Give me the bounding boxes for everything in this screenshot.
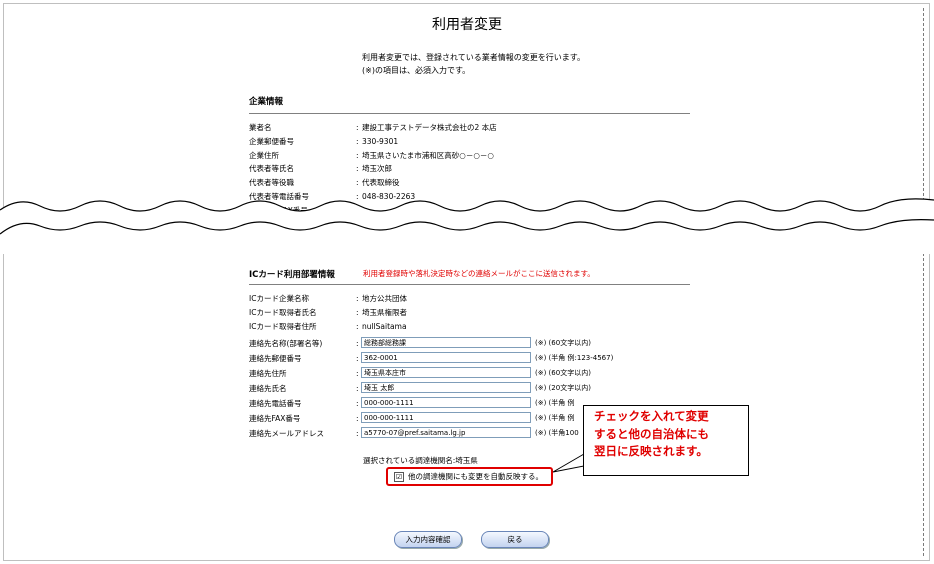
auto-reflect-highlight: ☑ 他の調達機関にも変更を自動反映する。 — [386, 467, 553, 486]
contact-email-input[interactable]: a5770-07@pref.saitama.lg.jp — [361, 427, 531, 438]
colon: : — [356, 399, 359, 408]
colon: : — [356, 178, 359, 188]
representative-name-label: 代表者等氏名 — [249, 164, 294, 174]
representative-title-label: 代表者等役職 — [249, 178, 294, 188]
iccard-heading-note: 利用者登録時や落札決定時などの連絡メールがここに送信されます。 — [363, 269, 595, 278]
form-row: 連絡先名称(部署名等) : 総務部総務課 (※) (60文字以内) — [249, 336, 769, 351]
iccard-holder-name-label: ICカード取得者氏名 — [249, 307, 317, 317]
contact-person-label: 連絡先氏名 — [249, 384, 287, 393]
contact-phone-input[interactable]: 000-000-1111 — [361, 397, 531, 408]
contact-fax-label: 連絡先FAX番号 — [249, 414, 301, 423]
contact-dept-note: (※) (60文字以内) — [535, 339, 591, 347]
colon: : — [356, 294, 359, 303]
contact-person-input[interactable]: 埼玉 太郎 — [361, 382, 531, 393]
form-row: 連絡先住所 : 埼玉県本庄市 (※) (60文字以内) — [249, 366, 769, 381]
contact-address-note: (※) (60文字以内) — [535, 369, 591, 377]
contact-email-note: (※) (半角100 — [535, 429, 579, 437]
colon: : — [356, 164, 359, 174]
company-name-label: 業者名 — [249, 123, 272, 132]
callout-line: 翌日に反映されます。 — [594, 444, 708, 458]
company-address-label: 企業住所 — [249, 150, 279, 160]
callout-note: チェックを入れて変更 すると他の自治体にも 翌日に反映されます。 — [583, 405, 749, 476]
form-row: 連絡先郵便番号 : 362-0001 (※) (半角 例:123-4567) — [249, 351, 769, 366]
iccard-holder-name-value: 埼玉県権限者 — [362, 307, 407, 317]
representative-title-value: 代表取締役 — [362, 178, 400, 188]
colon: : — [356, 123, 359, 132]
colon: : — [356, 321, 359, 331]
colon: : — [356, 339, 359, 348]
list-item: 代表者等役職 : 代表取締役 — [249, 176, 769, 190]
iccard-holder-address-label: ICカード取得者住所 — [249, 321, 317, 331]
iccard-holder-address-value: nullSaitama — [362, 321, 407, 331]
contact-fax-note: (※) (半角 例 — [535, 414, 575, 422]
contact-person-note: (※) (20文字以内) — [535, 384, 591, 392]
form-row: 連絡先氏名 : 埼玉 太郎 (※) (20文字以内) — [249, 381, 769, 396]
iccard-section-heading: ICカード利用部署情報 — [249, 270, 335, 280]
contact-email-label: 連絡先メールアドレス — [249, 429, 324, 438]
iccard-company-label: ICカード企業名称 — [249, 294, 309, 303]
page-title: 利用者変更 — [432, 17, 502, 33]
company-name-value: 建設工事テストデータ株式会社の2 本店 — [362, 123, 497, 132]
colon: : — [356, 429, 359, 438]
contact-phone-note: (※) (半角 例 — [535, 399, 575, 407]
contact-fax-input[interactable]: 000-000-1111 — [361, 412, 531, 423]
company-zip-label: 企業郵便番号 — [249, 136, 294, 146]
company-zip-value: 330-9301 — [362, 136, 399, 146]
contact-address-input[interactable]: 埼玉県本庄市 — [361, 367, 531, 378]
callout-line: すると他の自治体にも — [594, 426, 709, 441]
iccard-company-value: 地方公共団体 — [362, 294, 407, 303]
contact-phone-label: 連絡先電話番号 — [249, 399, 302, 408]
list-item: ICカード取得者氏名 : 埼玉県権限者 — [249, 306, 769, 320]
contact-zip-note: (※) (半角 例:123-4567) — [535, 354, 614, 362]
auto-reflect-label[interactable]: 他の調達機関にも変更を自動反映する。 — [408, 471, 543, 482]
list-item: ICカード取得者住所 : nullSaitama — [249, 320, 769, 334]
colon: : — [356, 369, 359, 378]
list-item: ICカード企業名称 : 地方公共団体 — [249, 292, 769, 306]
colon: : — [356, 307, 359, 317]
list-item: 企業住所 : 埼玉県さいたま市浦和区高砂○－○－○ — [249, 149, 769, 163]
intro-text: 利用者変更では、登録されている業者情報の変更を行います。 (※)の項目は、必須入… — [362, 51, 585, 77]
contact-dept-input[interactable]: 総務部総務課 — [361, 337, 531, 348]
back-button[interactable]: 戻る — [481, 531, 549, 548]
list-item: 業者名 : 建設工事テストデータ株式会社の2 本店 — [249, 121, 769, 135]
colon: : — [356, 414, 359, 423]
contact-dept-label: 連絡先名称(部署名等) — [249, 339, 323, 348]
company-section-rule — [249, 113, 690, 114]
list-item: 代表者等氏名 : 埼玉次郎 — [249, 162, 769, 176]
page-break-wave — [0, 198, 934, 254]
list-item: 企業郵便番号 : 330-9301 — [249, 135, 769, 149]
representative-name-value: 埼玉次郎 — [362, 164, 392, 174]
iccard-info-list: ICカード企業名称 : 地方公共団体 ICカード取得者氏名 : 埼玉県権限者 I… — [249, 292, 769, 333]
scroll-edge-marker — [923, 8, 924, 556]
colon: : — [356, 150, 359, 160]
contact-zip-input[interactable]: 362-0001 — [361, 352, 531, 363]
confirm-input-button[interactable]: 入力内容確認 — [394, 531, 462, 548]
company-section-heading: 企業情報 — [249, 97, 284, 107]
selected-org-label: 選択されている調達機関名:埼玉県 — [363, 456, 478, 465]
iccard-section-rule — [249, 284, 690, 285]
intro-line: 利用者変更では、登録されている業者情報の変更を行います。 — [362, 53, 585, 62]
contact-zip-label: 連絡先郵便番号 — [249, 354, 302, 363]
intro-line: (※)の項目は、必須入力です。 — [362, 66, 471, 75]
colon: : — [356, 354, 359, 363]
colon: : — [356, 384, 359, 393]
colon: : — [356, 136, 359, 146]
auto-reflect-checkbox[interactable]: ☑ — [394, 472, 404, 482]
callout-line: チェックを入れて変更 — [594, 409, 709, 423]
company-address-value: 埼玉県さいたま市浦和区高砂○－○－○ — [362, 150, 494, 160]
contact-address-label: 連絡先住所 — [249, 369, 287, 378]
